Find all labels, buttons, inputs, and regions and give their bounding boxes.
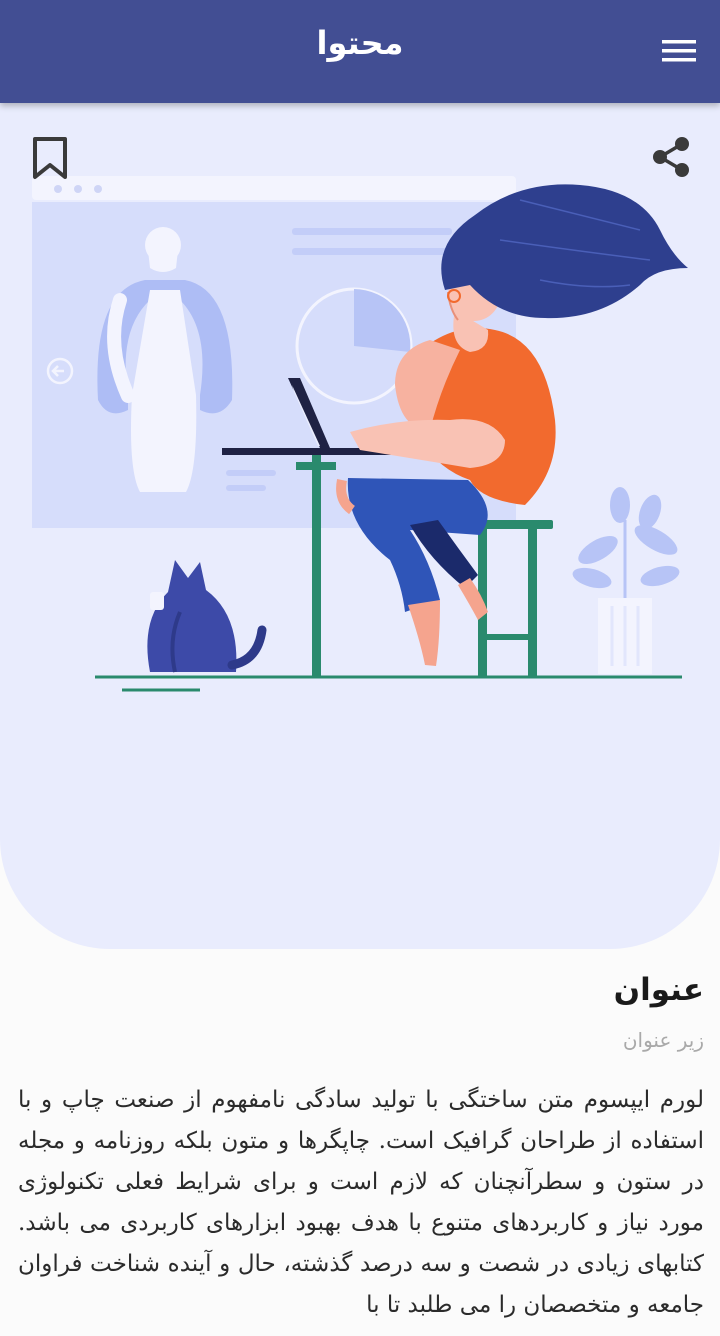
page-title: محتوا — [316, 24, 404, 62]
hero-illustration-card — [0, 103, 720, 949]
content-body: لورم ایپسوم متن ساختگی با تولید سادگی نا… — [18, 1087, 704, 1318]
hamburger-menu-icon[interactable] — [660, 36, 698, 66]
hero-illustration — [32, 176, 688, 692]
content-title: عنوان — [613, 972, 704, 1008]
bookmark-icon[interactable] — [30, 136, 70, 180]
share-icon[interactable] — [650, 136, 694, 180]
content-subtitle: زیر عنوان — [622, 1028, 704, 1052]
app-bar: محتوا — [0, 0, 720, 103]
